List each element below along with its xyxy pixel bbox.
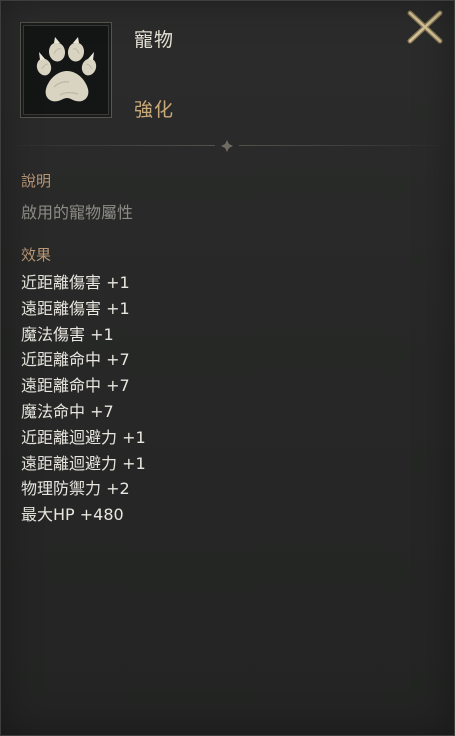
effect-item: 魔法命中 +7 bbox=[21, 401, 114, 421]
divider-line-right bbox=[239, 145, 439, 146]
item-tooltip-panel: 寵物 強化 說明 啟用的寵物屬性 效果 近距離傷害 +1 遠距離傷害 +1 魔法… bbox=[0, 0, 455, 736]
paw-icon bbox=[36, 37, 97, 102]
divider-ornament-icon bbox=[221, 140, 233, 152]
section-divider bbox=[15, 140, 439, 152]
divider-line-left bbox=[15, 145, 215, 146]
effects-label: 效果 bbox=[21, 246, 52, 264]
close-button[interactable] bbox=[406, 9, 444, 45]
effect-item: 最大HP +480 bbox=[21, 505, 124, 525]
effect-item: 遠距離傷害 +1 bbox=[21, 298, 130, 318]
item-icon-frame bbox=[20, 22, 112, 118]
effects-list: 近距離傷害 +1 遠距離傷害 +1 魔法傷害 +1 近距離命中 +7 遠距離命中… bbox=[21, 270, 146, 528]
effect-item: 近距離命中 +7 bbox=[21, 350, 130, 370]
item-name: 寵物 bbox=[134, 29, 175, 51]
effect-item: 遠距離命中 +7 bbox=[21, 376, 130, 396]
effect-item: 魔法傷害 +1 bbox=[21, 324, 114, 344]
item-grade: 強化 bbox=[134, 99, 175, 121]
description-text: 啟用的寵物屬性 bbox=[21, 203, 134, 222]
close-icon bbox=[407, 10, 443, 44]
effect-item: 遠距離迴避力 +1 bbox=[21, 453, 146, 473]
effect-item: 物理防禦力 +2 bbox=[21, 479, 130, 499]
description-label: 說明 bbox=[21, 172, 52, 190]
effect-item: 近距離傷害 +1 bbox=[21, 273, 130, 292]
effect-item: 近距離迴避力 +1 bbox=[21, 427, 146, 447]
